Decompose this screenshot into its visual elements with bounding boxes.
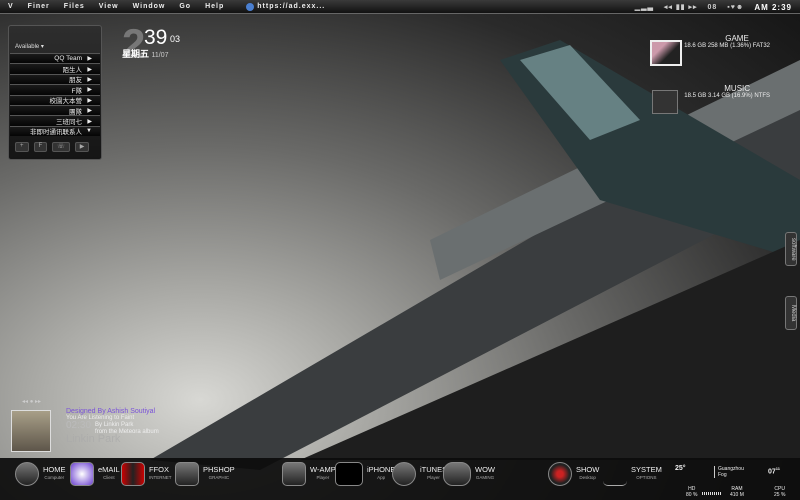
dock-iphone[interactable]: iPHONE App [335, 462, 395, 486]
contact-group[interactable]: F隊 ▶ [10, 84, 100, 95]
menu-go[interactable]: Go [179, 3, 191, 10]
headphones-icon [392, 462, 416, 486]
menu-bar: V Finer Files View Window Go Help https:… [0, 0, 800, 14]
clock-second: 03 [170, 34, 181, 44]
globe-icon [246, 2, 255, 11]
dock-show-desktop[interactable]: SHOW Desktop [548, 462, 599, 486]
weather-temp: 25° [675, 465, 686, 472]
gamepad-icon [443, 462, 471, 486]
menu-view[interactable]: View [99, 3, 119, 10]
dock-email[interactable]: eMAIL Client [70, 462, 120, 486]
contact-group[interactable]: 三班同七 ▶ [10, 115, 100, 126]
contact-group[interactable]: 朋友 ▶ [10, 73, 100, 84]
menu-files[interactable]: Files [64, 3, 85, 10]
find-button[interactable]: F [33, 142, 48, 153]
contact-group[interactable]: QQ Team ▶ [10, 53, 100, 64]
ram-usage: RAM 410 M [730, 486, 744, 498]
url-link[interactable]: https://ad.exx... [246, 2, 326, 11]
dock-home[interactable]: HOME Computer [15, 462, 66, 486]
contact-group[interactable]: 非即时通讯联系人 ▼ [10, 125, 100, 136]
weather-time: 0711 [768, 466, 781, 476]
media-controls-icon[interactable]: ◂◂ ▮▮ ▸▸ [664, 3, 698, 11]
iphone-icon [335, 462, 363, 486]
photo-drive-icon[interactable] [650, 40, 682, 66]
sidetab-media[interactable]: Media [785, 296, 797, 330]
url-text: https://ad.exx... [257, 3, 326, 10]
contact-group[interactable]: 團隊 ▶ [10, 104, 100, 116]
system-tray: ▁▂▃ ◂◂ ▮▮ ▸▸ 08 ▪♥☻ AM 2:39 [635, 0, 792, 14]
clapperboard-icon [282, 462, 306, 486]
phone-button[interactable]: ☏ [52, 142, 70, 153]
music-player-widget: ◂◂ ● ▸▸ Designed By Ashish Soutiyal You … [8, 398, 338, 460]
menu-window[interactable]: Window [133, 3, 166, 10]
dock-wow[interactable]: WOW GAMING [443, 462, 495, 486]
dock-photoshop[interactable]: PHSHOP GRAPHIC [175, 462, 235, 486]
drive-game[interactable]: GAME 18.6 GB 258 MB (1.36%) FAT32 [684, 34, 770, 49]
sidetab-software[interactable]: software [785, 232, 797, 266]
heart-icon[interactable]: ▪♥☻ [727, 4, 744, 11]
cpu-usage: CPU 25 % [774, 486, 786, 498]
show-desktop-icon [548, 462, 572, 486]
clock-date: 11/07 [151, 52, 169, 59]
designer-credit: Designed By Ashish Soutiyal [66, 408, 156, 415]
hd-usage-bar [702, 492, 722, 495]
track-artist: By Linkin Park [95, 422, 134, 428]
qq-contacts-widget: Available ▾ QQ Team ▶ 陌生人 ▶ 朋友 ▶ F隊 ▶ 校園大本營 ▶… [8, 25, 102, 160]
video-button[interactable]: ▶ [74, 142, 90, 153]
add-button[interactable]: + [15, 142, 29, 153]
weather-location: Guangzhou Fog [714, 466, 744, 478]
dock-itunes[interactable]: iTUNES Player [392, 462, 447, 486]
calendar-badge[interactable]: 08 [708, 4, 718, 11]
contact-group[interactable]: 陌生人 ▶ [10, 63, 100, 74]
gift-drive-icon[interactable] [652, 90, 678, 114]
dock-system[interactable]: SYSTEM OPTIONS [603, 462, 662, 486]
clock-weekday: 星期五 [122, 49, 150, 59]
dock-winamp[interactable]: W-AMP Player [282, 462, 336, 486]
firefox-icon [121, 462, 145, 486]
track-time: 02:30 [66, 420, 92, 431]
system-options-icon [603, 462, 627, 486]
hd-usage: HD 80 % [686, 486, 698, 498]
mail-bird-icon [70, 462, 94, 486]
album-cover [11, 410, 51, 452]
band-name: Linkin Park [66, 433, 121, 445]
signal-icon[interactable]: ▁▂▃ [635, 3, 654, 11]
menu-clock: AM 2:39 [754, 2, 792, 12]
menu-finer[interactable]: Finer [28, 3, 50, 10]
gauge-icon [15, 462, 39, 486]
contact-group[interactable]: 校園大本營 ▶ [10, 94, 100, 105]
clock-hour: 2 [122, 20, 146, 67]
drive-music[interactable]: MUSIC 18.5 GB 3.14 GB (16.9%) NTFS [684, 84, 770, 99]
apple-logo-icon[interactable]: V [8, 3, 14, 10]
menu-help[interactable]: Help [205, 3, 224, 10]
player-controls[interactable]: ◂◂ ● ▸▸ [22, 398, 41, 405]
magic-hat-icon [175, 462, 199, 486]
dock-firefox[interactable]: FFOX INTERNET [121, 462, 172, 486]
status-dropdown[interactable]: Available ▾ [15, 43, 101, 50]
